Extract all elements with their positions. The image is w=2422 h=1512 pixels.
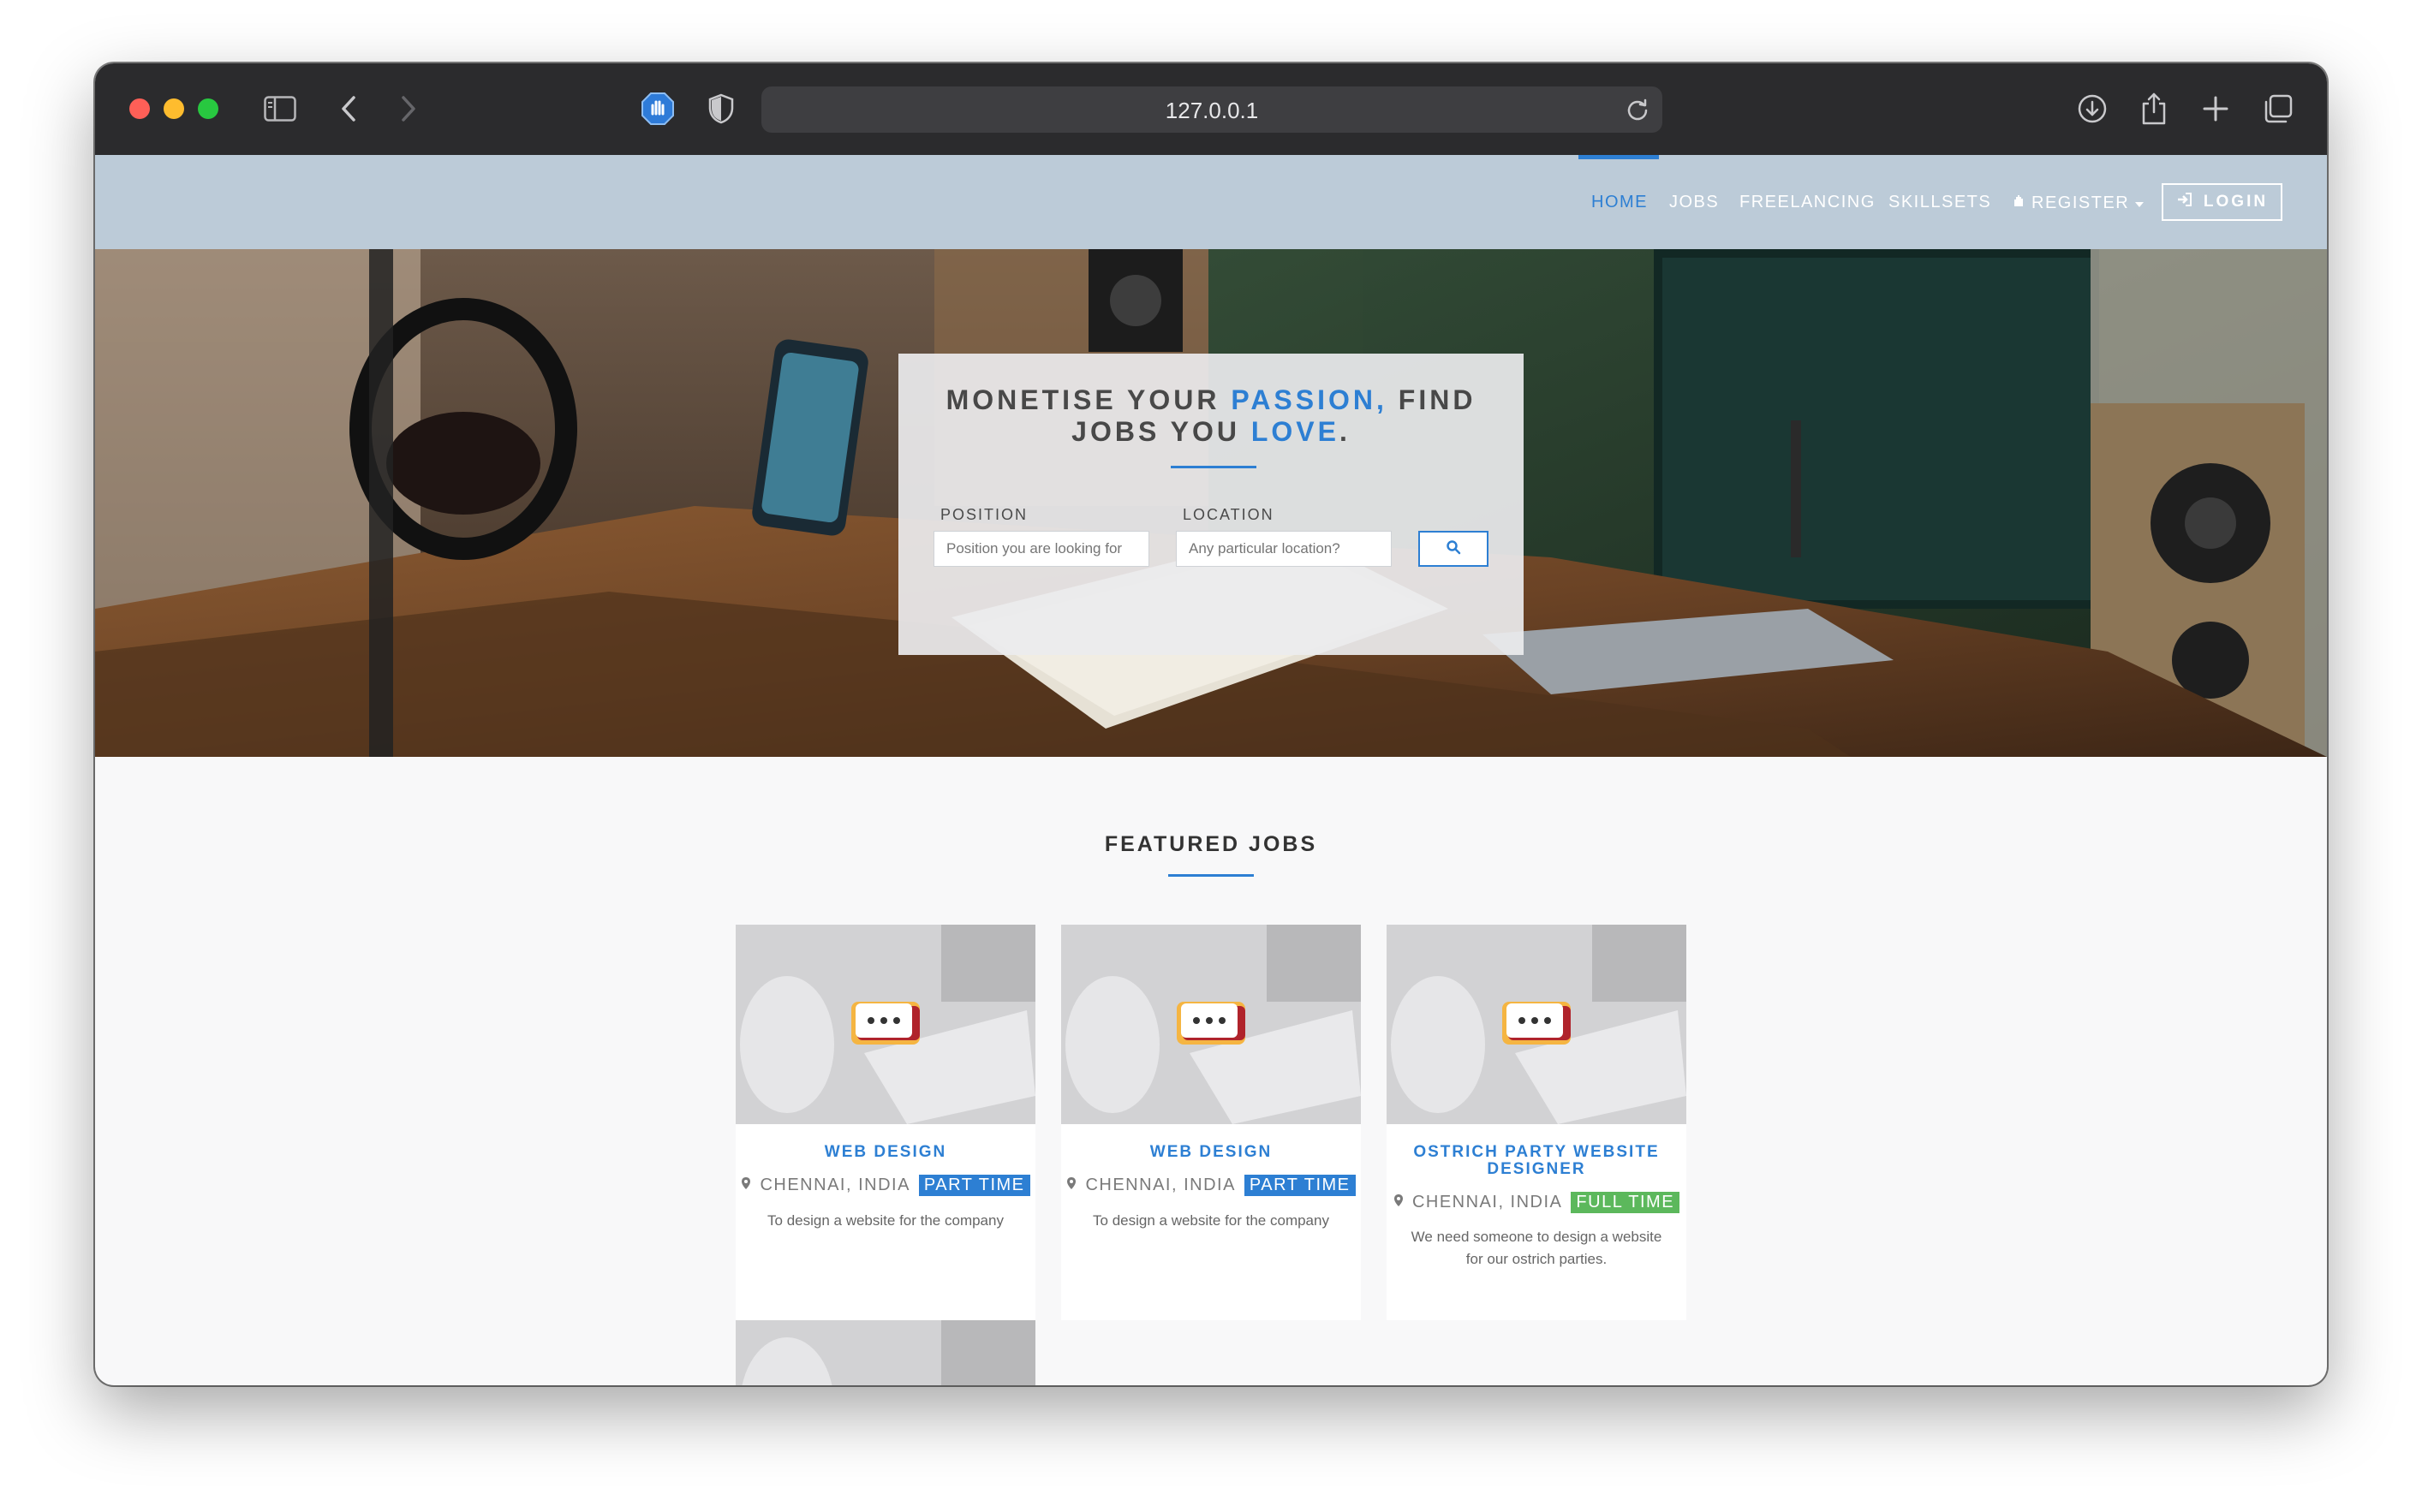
close-window-button[interactable]: [129, 98, 150, 119]
nav-register-dropdown[interactable]: REGISTER: [2011, 193, 2145, 213]
job-card-image: [1387, 925, 1686, 1124]
job-title[interactable]: OSTRICH PARTY WEBSITE DESIGNER: [1395, 1144, 1678, 1178]
nav-skillsets[interactable]: SKILLSETS: [1888, 193, 1991, 212]
nav-freelancing[interactable]: FREELANCING: [1739, 193, 1876, 212]
job-location: CHENNAI, INDIA: [1085, 1176, 1236, 1194]
browser-toolbar: 127.0.0.1: [95, 63, 2327, 155]
hero-banner: MONETISE YOUR PASSION, FIND JOBS YOU LOV…: [95, 249, 2327, 757]
address-bar[interactable]: 127.0.0.1: [761, 86, 1662, 133]
job-location: CHENNAI, INDIA: [760, 1176, 910, 1194]
location-label: LOCATION: [1183, 506, 1274, 523]
job-card-image: [736, 1320, 1035, 1385]
extension-hand-icon[interactable]: [640, 91, 676, 127]
url-text: 127.0.0.1: [1165, 98, 1259, 123]
job-location-row: CHENNAI, INDIA FULL TIME: [1387, 1192, 1686, 1213]
reload-icon[interactable]: [1625, 97, 1650, 122]
privacy-shield-icon[interactable]: [703, 91, 739, 127]
job-card[interactable]: WEB DESIGN CHENNAI, INDIA PART TIME To d…: [736, 925, 1035, 1320]
search-button[interactable]: [1418, 531, 1488, 567]
hero-title-underline: [1171, 466, 1256, 468]
job-title[interactable]: WEB DESIGN: [744, 1144, 1027, 1161]
site-navbar: HOME JOBS FREELANCING SKILLSETS REGISTER…: [95, 155, 2327, 249]
forward-icon[interactable]: [391, 91, 427, 127]
caret-down-icon: [2134, 193, 2145, 213]
map-marker-icon: [1393, 1193, 1404, 1212]
nav-jobs[interactable]: JOBS: [1669, 193, 1719, 212]
job-location: CHENNAI, INDIA: [1411, 1193, 1563, 1211]
sign-in-icon: [2176, 192, 2193, 212]
tab-overview-icon[interactable]: [2260, 91, 2296, 127]
zoom-window-button[interactable]: [198, 98, 218, 119]
job-type-badge: PART TIME: [918, 1175, 1030, 1196]
position-label: POSITION: [940, 506, 1029, 523]
job-card[interactable]: WEB DESIGN CHENNAI, INDIA PART TIME To d…: [1061, 925, 1361, 1320]
job-card-image: [736, 925, 1035, 1124]
chat-bubble-icon: [851, 1002, 920, 1045]
login-label: LOGIN: [2203, 193, 2269, 211]
hand-icon: [2011, 193, 2026, 213]
new-tab-plus-icon[interactable]: [2198, 91, 2234, 127]
map-marker-icon: [741, 1176, 751, 1195]
download-icon[interactable]: [2074, 91, 2110, 127]
position-input[interactable]: [934, 531, 1149, 567]
job-card[interactable]: [736, 1320, 1035, 1385]
hero-title: MONETISE YOUR PASSION, FIND JOBS YOU LOV…: [946, 384, 1476, 447]
job-card-image: [1061, 925, 1361, 1124]
job-card[interactable]: OSTRICH PARTY WEBSITE DESIGNER CHENNAI, …: [1387, 925, 1686, 1320]
share-icon[interactable]: [2136, 91, 2172, 127]
login-button[interactable]: LOGIN: [2162, 183, 2282, 221]
job-type-badge: PART TIME: [1244, 1175, 1356, 1196]
search-icon: [1446, 539, 1461, 559]
job-description: We need someone to design a website for …: [1411, 1229, 1662, 1267]
job-search-card: MONETISE YOUR PASSION, FIND JOBS YOU LOV…: [898, 354, 1524, 655]
minimize-window-button[interactable]: [164, 98, 184, 119]
job-description: To design a website for the company: [767, 1212, 1004, 1229]
nav-home[interactable]: HOME: [1591, 193, 1648, 212]
job-location-row: CHENNAI, INDIA PART TIME: [736, 1175, 1035, 1196]
job-location-row: CHENNAI, INDIA PART TIME: [1061, 1175, 1361, 1196]
sidebar-toggle-icon[interactable]: [262, 91, 298, 127]
job-title[interactable]: WEB DESIGN: [1070, 1144, 1352, 1161]
featured-jobs-heading: FEATURED JOBS: [1104, 832, 1318, 856]
back-icon[interactable]: [331, 91, 367, 127]
active-nav-indicator: [1578, 155, 1659, 159]
register-label: REGISTER: [2031, 193, 2130, 212]
featured-jobs-underline: [1168, 874, 1254, 877]
job-type-badge: FULL TIME: [1571, 1192, 1680, 1213]
chat-bubble-icon: [1502, 1002, 1571, 1045]
browser-window: 127.0.0.1 HOME JOBS FREELANCING SKILLSET…: [95, 63, 2327, 1385]
map-marker-icon: [1066, 1176, 1077, 1195]
chat-bubble-icon: [1177, 1002, 1245, 1045]
location-input[interactable]: [1176, 531, 1392, 567]
job-description: To design a website for the company: [1093, 1212, 1329, 1229]
